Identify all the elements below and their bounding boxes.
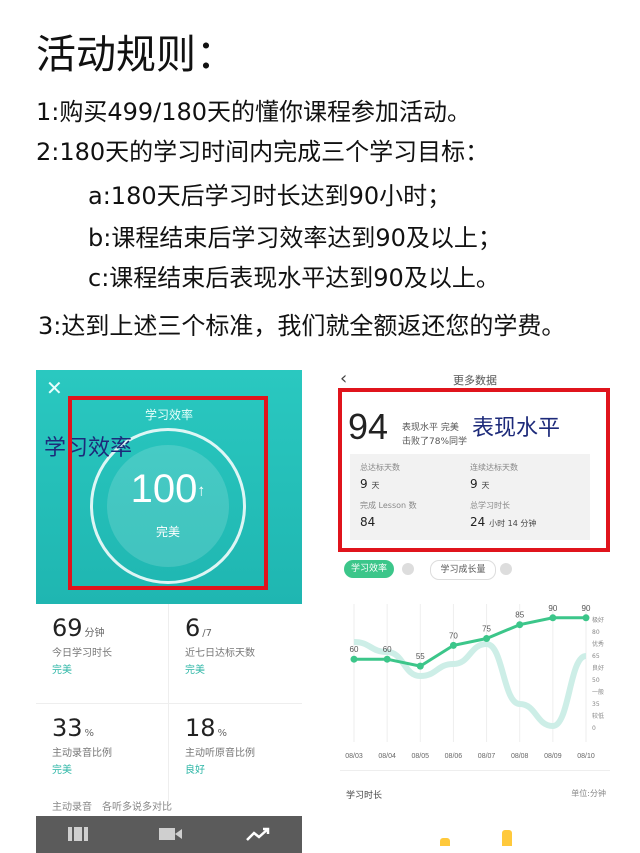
stat-value: 69 <box>52 614 83 642</box>
right-axis-label: 极好 <box>592 616 604 624</box>
data-label: 75 <box>482 625 491 634</box>
rule-line-2b: b:课程结束后学习效率达到90及以上； <box>88 224 502 252</box>
data-point <box>416 662 424 670</box>
highlight-box <box>68 396 268 590</box>
right-axis-label: 65 <box>592 653 600 660</box>
tab-bar <box>36 816 302 853</box>
bar-mark <box>502 830 512 846</box>
data-point <box>582 614 590 622</box>
background-curve <box>353 639 588 730</box>
rule-line-1: 1:购买499/180天的懂你课程参加活动。 <box>36 98 472 126</box>
right-axis-label: 50 <box>592 677 600 684</box>
video-camera-icon[interactable] <box>156 825 184 843</box>
x-tick-label: 08/09 <box>544 753 562 760</box>
stat-label: 近七日达标天数 <box>185 648 255 659</box>
highlight-box <box>338 388 610 552</box>
stat-value: 33 <box>52 714 83 742</box>
data-point <box>516 621 524 629</box>
data-label: 90 <box>582 604 591 613</box>
data-point <box>383 655 391 663</box>
data-point <box>483 635 491 642</box>
tip-text: 主动录音 各听多说多对比 <box>52 802 172 813</box>
screen-title: 更多数据 <box>453 374 497 387</box>
rule-line-3: 3:达到上述三个标准，我们就全额返还您的学费。 <box>38 312 566 340</box>
data-label: 90 <box>548 604 557 613</box>
trend-chart-icon[interactable] <box>244 825 272 843</box>
divider <box>340 770 610 771</box>
right-axis-label: 一般 <box>592 688 604 696</box>
x-tick-label: 08/07 <box>478 753 496 760</box>
x-tick-label: 08/06 <box>445 753 463 760</box>
stat-label: 主动录音比例 <box>52 748 112 759</box>
bar-mark <box>440 838 450 846</box>
rule-line-2c: c:课程结束后表现水平达到90及以上。 <box>88 264 500 292</box>
rule-line-2a: a:180天后学习时长达到90小时； <box>88 182 452 210</box>
stat-week-days: 6/7 近七日达标天数 完美 <box>169 604 302 704</box>
tab-efficiency[interactable]: 学习效率 <box>344 560 394 578</box>
data-label: 70 <box>449 631 458 640</box>
film-icon[interactable] <box>64 825 92 843</box>
stat-label: 今日学习时长 <box>52 648 112 659</box>
right-axis-label: 较低 <box>592 712 604 720</box>
efficiency-screen: ✕ 学习效率 100↑ 完美 学习效率 69 分钟 今日学习时长 完美 6/7 近… <box>36 370 302 853</box>
stat-note: 完美 <box>52 765 72 776</box>
rule-line-2: 2:180天的学习时间内完成三个学习目标： <box>36 138 490 166</box>
data-point <box>449 641 457 649</box>
info-icon[interactable] <box>402 563 414 575</box>
data-label: 60 <box>383 645 392 654</box>
right-axis-label: 0 <box>592 725 596 732</box>
data-point <box>549 614 557 622</box>
right-axis-label: 优秀 <box>592 640 604 648</box>
close-icon[interactable]: ✕ <box>46 376 63 400</box>
stat-note: 良好 <box>185 765 205 776</box>
stat-unit: /7 <box>202 628 213 639</box>
stat-value: 6 <box>185 614 201 642</box>
right-axis-label: 35 <box>592 701 600 708</box>
data-label: 60 <box>350 645 359 654</box>
stat-unit: % <box>217 728 228 739</box>
stat-note: 完美 <box>185 665 205 676</box>
right-axis-label: 80 <box>592 629 600 636</box>
section-title: 学习时长 <box>346 791 383 801</box>
x-tick-label: 08/03 <box>345 753 363 760</box>
efficiency-header: ✕ 学习效率 100↑ 完美 学习效率 <box>36 370 302 604</box>
x-tick-label: 08/08 <box>511 753 529 760</box>
info-icon[interactable] <box>500 563 512 575</box>
unit-label: 单位:分钟 <box>571 789 606 798</box>
stat-today-time: 69 分钟 今日学习时长 完美 <box>36 604 169 704</box>
rules-title: 活动规则： <box>36 32 236 78</box>
stats-grid: 69 分钟 今日学习时长 完美 6/7 近七日达标天数 完美 33% 主动录音比例… <box>36 604 302 804</box>
more-data-screen: ‹ 更多数据 94 表现水平 完美 击败了78%同学 表现水平 总达标天数 9 … <box>330 362 620 853</box>
data-point <box>350 655 358 663</box>
data-label: 55 <box>416 652 425 661</box>
stat-listen-ratio: 18% 主动听原音比例 良好 <box>169 704 302 804</box>
x-tick-label: 08/04 <box>378 753 396 760</box>
efficiency-chart: 60 60 55 70 75 85 90 90 08/03 08/04 08/05 08/06 08/0… <box>330 594 620 764</box>
stat-label: 主动听原音比例 <box>185 748 255 759</box>
stat-record-ratio: 33% 主动录音比例 完美 <box>36 704 169 804</box>
data-label: 85 <box>515 611 524 620</box>
stat-unit: 分钟 <box>84 628 105 639</box>
x-tick-label: 08/10 <box>577 753 595 760</box>
chart-svg: 60 60 55 70 75 85 90 90 08/03 08/04 08/05 08/06 08/0… <box>345 604 604 760</box>
x-tick-label: 08/05 <box>412 753 430 760</box>
right-axis-label: 良好 <box>592 664 604 672</box>
stat-unit: % <box>84 728 95 739</box>
stat-note: 完美 <box>52 665 72 676</box>
tab-growth[interactable]: 学习成长量 <box>430 560 496 580</box>
stat-value: 18 <box>185 714 216 742</box>
